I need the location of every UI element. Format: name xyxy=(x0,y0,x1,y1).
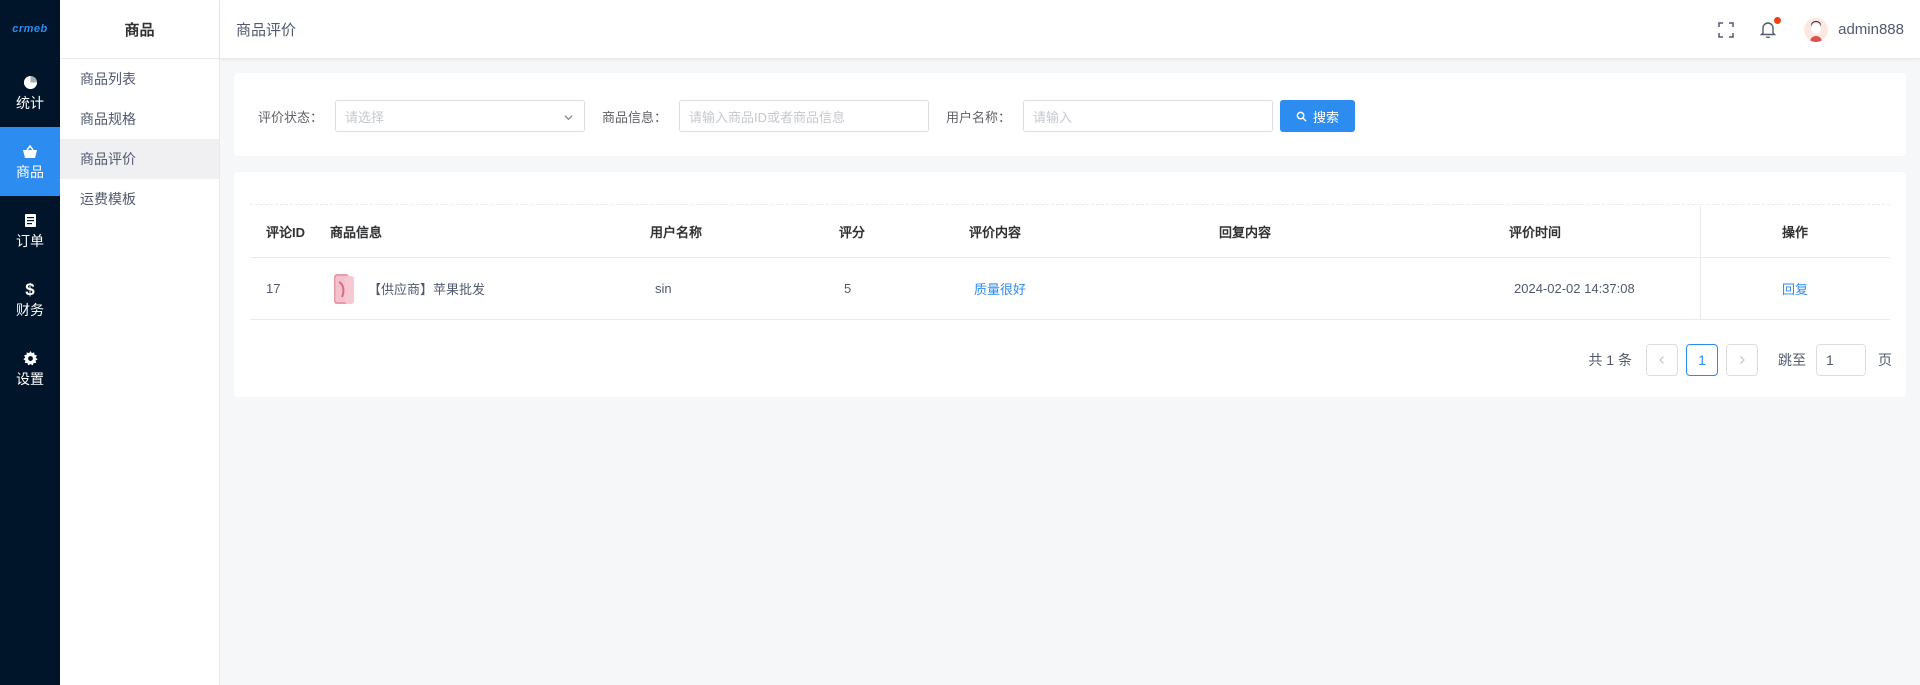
pagination: 共 1 条 1 跳至 1 页 xyxy=(1588,344,1892,376)
user-name-input[interactable]: 请输入 xyxy=(1023,100,1274,132)
submenu-title: 商品 xyxy=(60,0,219,59)
product-filter-label: 商品信息： xyxy=(602,109,668,125)
notification-badge xyxy=(1774,16,1782,24)
reviews-table: 评论ID 商品信息 用户名称 评分 评价内容 回复内容 评价时间 操作 17 【… xyxy=(250,204,1890,320)
submenu-item-product-reviews[interactable]: 商品评价 xyxy=(60,139,219,179)
submenu-item-product-specs[interactable]: 商品规格 xyxy=(60,99,219,139)
page-button-current[interactable]: 1 xyxy=(1686,344,1718,376)
user-input-placeholder: 请输入 xyxy=(1033,109,1073,125)
col-header-reply-content: 回复内容 xyxy=(1219,224,1272,240)
rail-item-finance[interactable]: $ 财务 xyxy=(0,265,60,334)
pagination-total: 共 1 条 xyxy=(1588,352,1632,368)
page-suffix: 页 xyxy=(1878,352,1892,368)
document-icon xyxy=(22,213,38,229)
gear-icon xyxy=(22,351,38,367)
chevron-down-icon xyxy=(563,111,574,126)
col-header-content: 评价内容 xyxy=(969,224,1022,240)
col-header-id: 评论ID xyxy=(266,224,306,240)
fullscreen-icon[interactable] xyxy=(1716,20,1736,40)
rail-item-orders[interactable]: 订单 xyxy=(0,196,60,265)
rail-item-label: 订单 xyxy=(16,232,44,249)
submenu-item-product-list[interactable]: 商品列表 xyxy=(60,59,219,99)
row-action: 回复 xyxy=(1700,258,1890,319)
row-product: 【供应商】苹果批发 xyxy=(330,258,485,319)
header-tools: admin888 xyxy=(1694,0,1904,59)
col-header-time: 评价时间 xyxy=(1509,224,1562,240)
username[interactable]: admin888 xyxy=(1838,21,1904,38)
pie-chart-icon xyxy=(22,75,38,91)
col-header-action: 操作 xyxy=(1781,224,1808,240)
col-header-user: 用户名称 xyxy=(650,224,703,240)
search-button[interactable]: 搜索 xyxy=(1280,100,1355,132)
main-nav-rail: crmeb 统计 商品 订单 $ 财务 设置 xyxy=(0,0,60,685)
submenu-item-shipping-templates[interactable]: 运费模板 xyxy=(60,179,219,219)
notification-bell-icon[interactable] xyxy=(1758,16,1782,40)
product-thumbnail xyxy=(330,272,356,305)
breadcrumb: 商品评价 xyxy=(236,22,297,39)
status-select-placeholder: 请选择 xyxy=(345,109,385,125)
col-header-product: 商品信息 xyxy=(330,224,383,240)
rail-item-settings[interactable]: 设置 xyxy=(0,334,60,403)
rail-item-label: 统计 xyxy=(16,94,44,111)
search-panel: 评价状态： 请选择 商品信息： 请输入商品ID或者商品信息 用户名称： 请输入 … xyxy=(234,73,1906,156)
row-review-content-link[interactable]: 质量很好 xyxy=(974,258,1026,319)
prev-page-button[interactable] xyxy=(1646,344,1678,376)
jump-label: 跳至 xyxy=(1778,352,1806,368)
search-button-label: 搜索 xyxy=(1312,109,1339,125)
chevron-right-icon xyxy=(1740,356,1745,364)
jump-page-input[interactable]: 1 xyxy=(1816,344,1866,376)
row-score: 5 xyxy=(844,281,852,296)
sub-menu: 商品 商品列表 商品规格 商品评价 运费模板 xyxy=(60,0,220,685)
row-user: sin xyxy=(655,281,672,296)
user-filter-field: 用户名称： 请输入 xyxy=(946,100,1274,132)
dollar-icon: $ xyxy=(25,279,35,299)
reply-button[interactable]: 回复 xyxy=(1782,279,1808,298)
product-input-placeholder: 请输入商品ID或者商品信息 xyxy=(689,109,846,125)
rail-item-products[interactable]: 商品 xyxy=(0,127,60,196)
rail-item-label: 设置 xyxy=(16,370,44,387)
table-header: 评论ID 商品信息 用户名称 评分 评价内容 回复内容 评价时间 操作 xyxy=(250,204,1890,258)
top-header: 商品评价 admin888 xyxy=(220,0,1920,59)
product-filter-field: 商品信息： 请输入商品ID或者商品信息 xyxy=(602,100,930,132)
rail-item-statistics[interactable]: 统计 xyxy=(0,58,60,127)
row-review-time: 2024-02-02 14:37:08 xyxy=(1514,281,1635,296)
table-row: 17 【供应商】苹果批发 sin 5 质量很好 2024-02-02 14:37… xyxy=(250,258,1890,320)
status-filter-label: 评价状态： xyxy=(258,109,324,125)
user-filter-label: 用户名称： xyxy=(946,109,1012,125)
user-avatar[interactable] xyxy=(1804,17,1829,42)
chevron-left-icon xyxy=(1659,356,1664,364)
status-filter-field: 评价状态： 请选择 xyxy=(258,100,586,132)
col-header-score: 评分 xyxy=(839,224,866,240)
next-page-button[interactable] xyxy=(1726,344,1758,376)
basket-icon xyxy=(22,144,38,160)
app-logo[interactable]: crmeb xyxy=(0,0,60,58)
row-id: 17 xyxy=(266,281,281,296)
product-name: 【供应商】苹果批发 xyxy=(368,282,486,297)
rail-item-label: 商品 xyxy=(16,163,44,180)
rail-item-label: 财务 xyxy=(16,301,44,318)
reviews-table-panel: 评论ID 商品信息 用户名称 评分 评价内容 回复内容 评价时间 操作 17 【… xyxy=(234,172,1906,397)
status-select[interactable]: 请选择 xyxy=(335,100,586,132)
search-icon xyxy=(1296,111,1307,122)
product-input[interactable]: 请输入商品ID或者商品信息 xyxy=(679,100,930,132)
